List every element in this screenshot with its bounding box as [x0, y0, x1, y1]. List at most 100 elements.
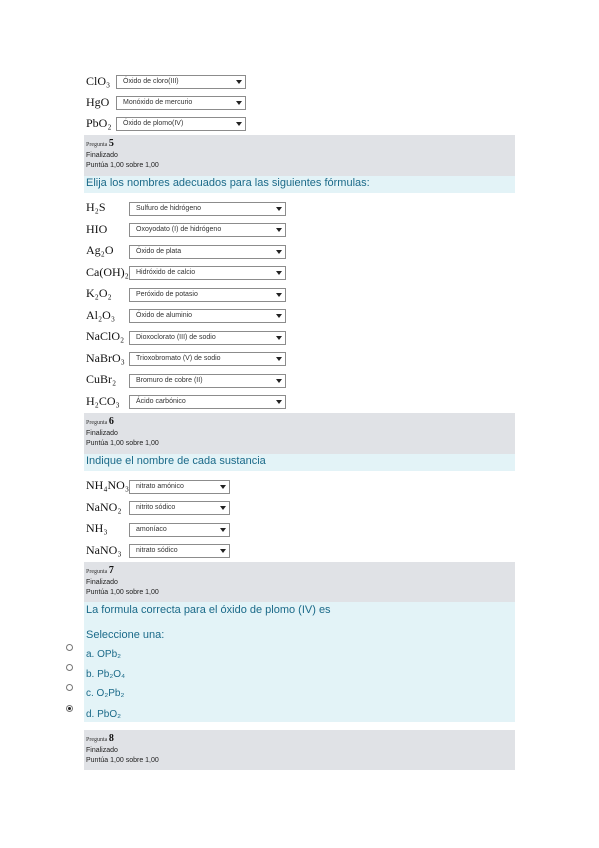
select-value: Óxido de plata	[136, 248, 182, 255]
select-value: Oxoyodato (I) de hidrógeno	[136, 226, 222, 233]
radio-option-b[interactable]	[66, 664, 73, 671]
select-value: Dioxoclorato (III) de sodio	[136, 334, 216, 341]
chevron-down-icon	[276, 293, 282, 297]
option-label: b. Pb₂O₄	[86, 669, 126, 680]
answer-select[interactable]: Ácido carbónico	[129, 395, 286, 409]
select-value: nitrito sódico	[136, 504, 176, 511]
formula-label: PbO₂	[86, 116, 112, 130]
question-text: Elija los nombres adecuados para las sig…	[86, 177, 370, 189]
chevron-down-icon	[276, 357, 282, 361]
answer-select[interactable]: Óxido de plomo(IV)	[116, 117, 246, 131]
answer-select[interactable]: Sulfuro de hidrógeno	[129, 202, 286, 216]
formula-label: Al₂O₃	[86, 308, 116, 322]
question-text: Indique el nombre de cada sustancia	[86, 455, 266, 467]
radio-option-c[interactable]	[66, 684, 73, 691]
select-value: Bromuro de cobre (II)	[136, 377, 203, 384]
question-status: Finalizado	[86, 430, 118, 437]
select-value: Hidróxido de calcio	[136, 269, 196, 276]
option-label: a. OPb₂	[86, 649, 122, 660]
chevron-down-icon	[276, 336, 282, 340]
select-value: Sulfuro de hidrógeno	[136, 205, 201, 212]
question-info: Pregunta 5 Finalizado Puntúa 1,00 sobre …	[84, 135, 515, 176]
formula-label: NH₃	[86, 521, 108, 535]
question-score: Puntúa 1,00 sobre 1,00	[86, 757, 159, 764]
formula-label: NaNO₃	[86, 543, 122, 557]
answer-select[interactable]: Óxido de plata	[129, 245, 286, 259]
answer-select[interactable]: nitrato sódico	[129, 544, 230, 558]
answer-select[interactable]: Bromuro de cobre (II)	[129, 374, 286, 388]
answer-select[interactable]: Óxido de aluminio	[129, 309, 286, 323]
question-score: Puntúa 1,00 sobre 1,00	[86, 440, 159, 447]
question-number: Pregunta 6	[86, 416, 114, 427]
answer-select[interactable]: Hidróxido de calcio	[129, 266, 286, 280]
formula-label: K₂O₂	[86, 286, 112, 300]
chevron-down-icon	[276, 228, 282, 232]
question-number: Pregunta 8	[86, 733, 114, 744]
question-text: La formula correcta para el óxido de plo…	[86, 604, 331, 616]
select-value: amoníaco	[136, 526, 167, 533]
select-value: nitrato amónico	[136, 483, 184, 490]
select-value: Monóxido de mercurio	[123, 99, 193, 106]
chevron-down-icon	[276, 314, 282, 318]
radio-option-a[interactable]	[66, 644, 73, 651]
formula-label: HgO	[86, 95, 110, 109]
chevron-down-icon	[236, 80, 242, 84]
question-info: Pregunta 6 Finalizado Puntúa 1,00 sobre …	[84, 413, 515, 454]
formula-label: Ca(OH)₂	[86, 265, 129, 279]
question-status: Finalizado	[86, 579, 118, 586]
formula-label: HIO	[86, 222, 108, 236]
select-value: Trioxobromato (V) de sodio	[136, 355, 221, 362]
question-number: Pregunta 7	[86, 565, 114, 576]
select-prompt: Seleccione una:	[86, 629, 165, 641]
formula-label: H₂CO₃	[86, 394, 120, 408]
question-number-value: 7	[108, 565, 114, 576]
answer-select[interactable]: nitrito sódico	[129, 501, 230, 515]
question-status: Finalizado	[86, 152, 118, 159]
question-score: Puntúa 1,00 sobre 1,00	[86, 589, 159, 596]
radio-option-d[interactable]	[66, 705, 73, 712]
formula-label: ClO₃	[86, 74, 111, 88]
chevron-down-icon	[276, 271, 282, 275]
chevron-down-icon	[236, 122, 242, 126]
pregunta-label: Pregunta	[86, 420, 108, 426]
question-info: Pregunta 7 Finalizado Puntúa 1,00 sobre …	[84, 562, 515, 602]
question-text-box: Elija los nombres adecuados para las sig…	[84, 176, 515, 193]
pregunta-label: Pregunta	[86, 569, 108, 575]
pregunta-label: Pregunta	[86, 737, 108, 743]
chevron-down-icon	[276, 379, 282, 383]
question-number-value: 6	[108, 416, 114, 427]
chevron-down-icon	[220, 528, 226, 532]
question-info: Pregunta 8 Finalizado Puntúa 1,00 sobre …	[84, 730, 515, 770]
formula-label: NH₄NO₃	[86, 478, 130, 492]
answer-select[interactable]: Oxoyodato (I) de hidrógeno	[129, 223, 286, 237]
formula-label: NaClO₂	[86, 329, 125, 343]
select-value: nitrato sódico	[136, 547, 178, 554]
question-text-box: La formula correcta para el óxido de plo…	[84, 602, 515, 722]
formula-label: Ag₂O	[86, 243, 114, 257]
question-number-value: 8	[108, 733, 114, 744]
pregunta-label: Pregunta	[86, 142, 108, 148]
answer-select[interactable]: amoníaco	[129, 523, 230, 537]
answer-select[interactable]: Dioxoclorato (III) de sodio	[129, 331, 286, 345]
formula-label: H₂S	[86, 200, 106, 214]
select-value: Óxido de plomo(IV)	[123, 120, 184, 127]
select-value: Ácido carbónico	[136, 398, 186, 405]
answer-select[interactable]: nitrato amónico	[129, 480, 230, 494]
question-text-box: Indique el nombre de cada sustancia	[84, 454, 515, 471]
chevron-down-icon	[276, 250, 282, 254]
question-score: Puntúa 1,00 sobre 1,00	[86, 162, 159, 169]
select-value: Óxido de aluminio	[136, 312, 193, 319]
option-label: d. PbO₂	[86, 709, 122, 720]
option-label: c. O₂Pb₂	[86, 688, 125, 699]
answer-select[interactable]: Peróxido de potasio	[129, 288, 286, 302]
answer-select[interactable]: Óxido de cloro(III)	[116, 75, 246, 89]
question-number: Pregunta 5	[86, 138, 114, 149]
formula-label: NaNO₂	[86, 500, 122, 514]
formula-label: NaBrO₃	[86, 351, 125, 365]
chevron-down-icon	[276, 400, 282, 404]
question-status: Finalizado	[86, 747, 118, 754]
select-value: Óxido de cloro(III)	[123, 78, 179, 85]
answer-select[interactable]: Monóxido de mercurio	[116, 96, 246, 110]
answer-select[interactable]: Trioxobromato (V) de sodio	[129, 352, 286, 366]
select-value: Peróxido de potasio	[136, 291, 198, 298]
